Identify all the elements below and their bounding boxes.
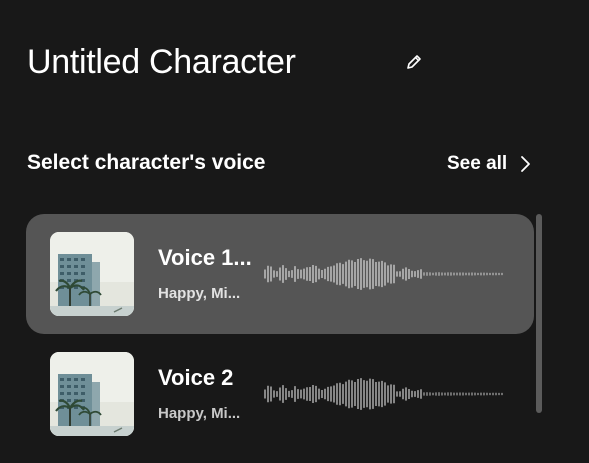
voice-card[interactable]: Voice 2 Happy, Mi...: [26, 334, 534, 454]
voice-thumbnail: [50, 232, 134, 316]
waveform: [264, 256, 504, 292]
voice-tags: Happy, Mi...: [158, 285, 241, 302]
see-all-label: See all: [447, 153, 508, 174]
pencil-icon: [407, 55, 421, 69]
voice-tags: Happy, Mi...: [158, 405, 241, 422]
voice-thumbnail: [50, 352, 134, 436]
see-all-link[interactable]: See all: [447, 150, 531, 178]
character-title: Untitled Character: [27, 43, 296, 81]
waveform: [264, 376, 504, 412]
voice-name: Voice 2: [158, 365, 234, 390]
voice-card[interactable]: Voice 1... Happy, Mi...: [26, 214, 534, 334]
voice-name: Voice 1...: [158, 245, 252, 270]
edit-title-button[interactable]: [404, 52, 424, 72]
scrollbar-thumb[interactable]: [536, 214, 542, 413]
chevron-right-icon: [521, 156, 531, 172]
voice-list: Voice 1... Happy, Mi... Voice 2 Happy, M…: [26, 214, 536, 463]
voice-section-heading: Select character's voice: [27, 151, 266, 174]
